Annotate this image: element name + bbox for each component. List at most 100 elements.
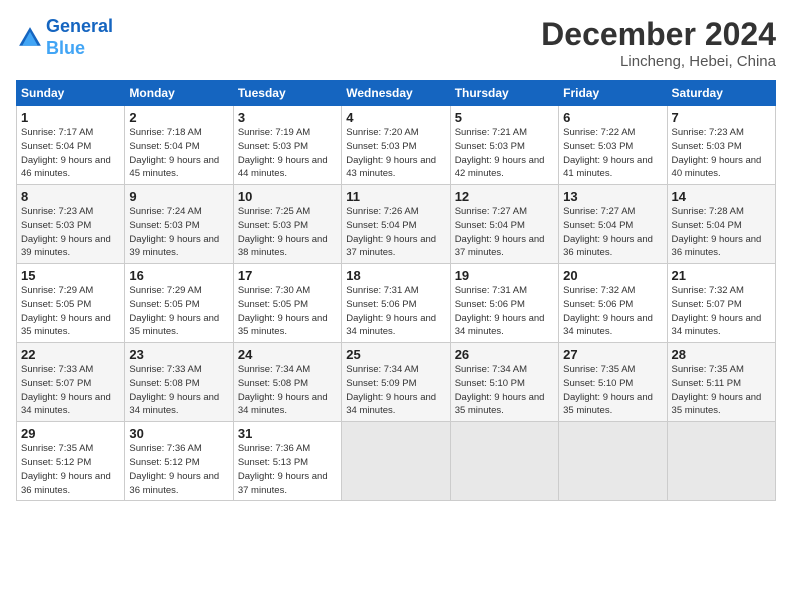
day-info: Sunrise: 7:34 AM Sunset: 5:10 PM Dayligh… xyxy=(455,363,554,418)
day-info: Sunrise: 7:26 AM Sunset: 5:04 PM Dayligh… xyxy=(346,205,445,260)
calendar-cell: 1Sunrise: 7:17 AM Sunset: 5:04 PM Daylig… xyxy=(17,106,125,185)
day-number: 15 xyxy=(21,268,120,283)
day-number: 9 xyxy=(129,189,228,204)
day-info: Sunrise: 7:24 AM Sunset: 5:03 PM Dayligh… xyxy=(129,205,228,260)
calendar-cell: 20Sunrise: 7:32 AM Sunset: 5:06 PM Dayli… xyxy=(559,264,667,343)
day-number: 24 xyxy=(238,347,337,362)
page-container: GeneralBlue December 2024 Lincheng, Hebe… xyxy=(0,0,792,511)
calendar-cell: 10Sunrise: 7:25 AM Sunset: 5:03 PM Dayli… xyxy=(233,185,341,264)
day-info: Sunrise: 7:25 AM Sunset: 5:03 PM Dayligh… xyxy=(238,205,337,260)
day-number: 6 xyxy=(563,110,662,125)
calendar-week-row: 15Sunrise: 7:29 AM Sunset: 5:05 PM Dayli… xyxy=(17,264,776,343)
calendar-cell: 5Sunrise: 7:21 AM Sunset: 5:03 PM Daylig… xyxy=(450,106,558,185)
weekday-header: Monday xyxy=(125,81,233,106)
weekday-header: Tuesday xyxy=(233,81,341,106)
day-info: Sunrise: 7:31 AM Sunset: 5:06 PM Dayligh… xyxy=(455,284,554,339)
calendar-cell xyxy=(450,422,558,501)
day-info: Sunrise: 7:23 AM Sunset: 5:03 PM Dayligh… xyxy=(672,126,771,181)
calendar-week-row: 29Sunrise: 7:35 AM Sunset: 5:12 PM Dayli… xyxy=(17,422,776,501)
calendar-table: SundayMondayTuesdayWednesdayThursdayFrid… xyxy=(16,80,776,501)
day-number: 27 xyxy=(563,347,662,362)
day-number: 29 xyxy=(21,426,120,441)
calendar-cell: 29Sunrise: 7:35 AM Sunset: 5:12 PM Dayli… xyxy=(17,422,125,501)
day-info: Sunrise: 7:27 AM Sunset: 5:04 PM Dayligh… xyxy=(563,205,662,260)
logo: GeneralBlue xyxy=(16,16,113,59)
day-info: Sunrise: 7:31 AM Sunset: 5:06 PM Dayligh… xyxy=(346,284,445,339)
day-info: Sunrise: 7:29 AM Sunset: 5:05 PM Dayligh… xyxy=(21,284,120,339)
day-info: Sunrise: 7:33 AM Sunset: 5:07 PM Dayligh… xyxy=(21,363,120,418)
day-number: 5 xyxy=(455,110,554,125)
day-number: 18 xyxy=(346,268,445,283)
calendar-cell: 19Sunrise: 7:31 AM Sunset: 5:06 PM Dayli… xyxy=(450,264,558,343)
day-info: Sunrise: 7:23 AM Sunset: 5:03 PM Dayligh… xyxy=(21,205,120,260)
day-number: 11 xyxy=(346,189,445,204)
calendar-cell: 2Sunrise: 7:18 AM Sunset: 5:04 PM Daylig… xyxy=(125,106,233,185)
day-number: 30 xyxy=(129,426,228,441)
location: Lincheng, Hebei, China xyxy=(541,53,776,70)
day-number: 20 xyxy=(563,268,662,283)
calendar-header-row: SundayMondayTuesdayWednesdayThursdayFrid… xyxy=(17,81,776,106)
calendar-cell: 25Sunrise: 7:34 AM Sunset: 5:09 PM Dayli… xyxy=(342,343,450,422)
month-year: December 2024 xyxy=(541,16,776,53)
day-number: 14 xyxy=(672,189,771,204)
day-info: Sunrise: 7:36 AM Sunset: 5:13 PM Dayligh… xyxy=(238,442,337,497)
weekday-header: Friday xyxy=(559,81,667,106)
day-info: Sunrise: 7:32 AM Sunset: 5:06 PM Dayligh… xyxy=(563,284,662,339)
day-number: 22 xyxy=(21,347,120,362)
day-number: 31 xyxy=(238,426,337,441)
calendar-cell: 27Sunrise: 7:35 AM Sunset: 5:10 PM Dayli… xyxy=(559,343,667,422)
calendar-cell: 26Sunrise: 7:34 AM Sunset: 5:10 PM Dayli… xyxy=(450,343,558,422)
logo-icon xyxy=(16,24,44,52)
calendar-cell: 3Sunrise: 7:19 AM Sunset: 5:03 PM Daylig… xyxy=(233,106,341,185)
calendar-cell: 28Sunrise: 7:35 AM Sunset: 5:11 PM Dayli… xyxy=(667,343,775,422)
day-info: Sunrise: 7:27 AM Sunset: 5:04 PM Dayligh… xyxy=(455,205,554,260)
day-number: 10 xyxy=(238,189,337,204)
day-number: 26 xyxy=(455,347,554,362)
day-number: 16 xyxy=(129,268,228,283)
calendar-cell: 11Sunrise: 7:26 AM Sunset: 5:04 PM Dayli… xyxy=(342,185,450,264)
day-info: Sunrise: 7:35 AM Sunset: 5:11 PM Dayligh… xyxy=(672,363,771,418)
day-number: 25 xyxy=(346,347,445,362)
calendar-cell: 18Sunrise: 7:31 AM Sunset: 5:06 PM Dayli… xyxy=(342,264,450,343)
calendar-cell: 14Sunrise: 7:28 AM Sunset: 5:04 PM Dayli… xyxy=(667,185,775,264)
day-number: 2 xyxy=(129,110,228,125)
calendar-week-row: 1Sunrise: 7:17 AM Sunset: 5:04 PM Daylig… xyxy=(17,106,776,185)
day-number: 23 xyxy=(129,347,228,362)
weekday-header: Wednesday xyxy=(342,81,450,106)
calendar-cell: 17Sunrise: 7:30 AM Sunset: 5:05 PM Dayli… xyxy=(233,264,341,343)
day-info: Sunrise: 7:30 AM Sunset: 5:05 PM Dayligh… xyxy=(238,284,337,339)
calendar-cell xyxy=(342,422,450,501)
day-number: 4 xyxy=(346,110,445,125)
logo-text: GeneralBlue xyxy=(46,16,113,59)
day-number: 21 xyxy=(672,268,771,283)
calendar-cell: 12Sunrise: 7:27 AM Sunset: 5:04 PM Dayli… xyxy=(450,185,558,264)
day-info: Sunrise: 7:35 AM Sunset: 5:10 PM Dayligh… xyxy=(563,363,662,418)
calendar-cell xyxy=(559,422,667,501)
calendar-cell: 16Sunrise: 7:29 AM Sunset: 5:05 PM Dayli… xyxy=(125,264,233,343)
calendar-cell: 6Sunrise: 7:22 AM Sunset: 5:03 PM Daylig… xyxy=(559,106,667,185)
calendar-cell: 15Sunrise: 7:29 AM Sunset: 5:05 PM Dayli… xyxy=(17,264,125,343)
calendar-cell: 8Sunrise: 7:23 AM Sunset: 5:03 PM Daylig… xyxy=(17,185,125,264)
day-info: Sunrise: 7:19 AM Sunset: 5:03 PM Dayligh… xyxy=(238,126,337,181)
page-header: GeneralBlue December 2024 Lincheng, Hebe… xyxy=(16,16,776,70)
day-info: Sunrise: 7:32 AM Sunset: 5:07 PM Dayligh… xyxy=(672,284,771,339)
day-info: Sunrise: 7:21 AM Sunset: 5:03 PM Dayligh… xyxy=(455,126,554,181)
day-info: Sunrise: 7:35 AM Sunset: 5:12 PM Dayligh… xyxy=(21,442,120,497)
day-number: 7 xyxy=(672,110,771,125)
calendar-cell: 4Sunrise: 7:20 AM Sunset: 5:03 PM Daylig… xyxy=(342,106,450,185)
calendar-week-row: 8Sunrise: 7:23 AM Sunset: 5:03 PM Daylig… xyxy=(17,185,776,264)
calendar-cell: 31Sunrise: 7:36 AM Sunset: 5:13 PM Dayli… xyxy=(233,422,341,501)
calendar-cell: 30Sunrise: 7:36 AM Sunset: 5:12 PM Dayli… xyxy=(125,422,233,501)
day-number: 1 xyxy=(21,110,120,125)
day-number: 13 xyxy=(563,189,662,204)
calendar-cell: 7Sunrise: 7:23 AM Sunset: 5:03 PM Daylig… xyxy=(667,106,775,185)
day-number: 19 xyxy=(455,268,554,283)
weekday-header: Saturday xyxy=(667,81,775,106)
day-number: 28 xyxy=(672,347,771,362)
calendar-week-row: 22Sunrise: 7:33 AM Sunset: 5:07 PM Dayli… xyxy=(17,343,776,422)
day-info: Sunrise: 7:36 AM Sunset: 5:12 PM Dayligh… xyxy=(129,442,228,497)
title-block: December 2024 Lincheng, Hebei, China xyxy=(541,16,776,70)
day-info: Sunrise: 7:22 AM Sunset: 5:03 PM Dayligh… xyxy=(563,126,662,181)
calendar-cell: 9Sunrise: 7:24 AM Sunset: 5:03 PM Daylig… xyxy=(125,185,233,264)
weekday-header: Thursday xyxy=(450,81,558,106)
